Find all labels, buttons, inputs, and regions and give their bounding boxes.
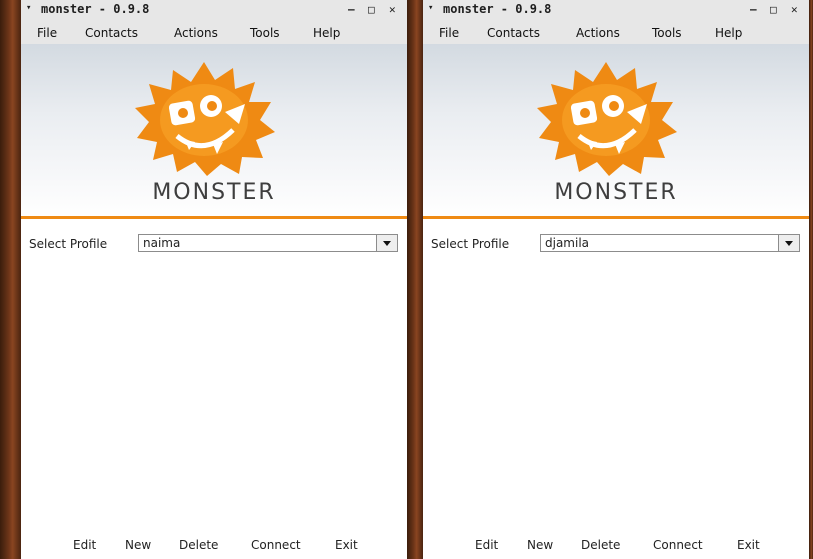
delete-button[interactable]: Delete [581, 538, 620, 552]
logo-wordmark: MONSTER [152, 180, 276, 205]
menu-bar: File Contacts Actions Tools Help [423, 22, 809, 44]
menu-tools[interactable]: Tools [652, 26, 682, 40]
profile-row: Select Profile djamila [423, 234, 809, 254]
window-title: monster - 0.9.8 [443, 2, 552, 16]
profile-select-value: djamila [545, 236, 590, 250]
menu-help[interactable]: Help [715, 26, 742, 40]
minimize-icon[interactable]: – [348, 3, 355, 16]
profile-select[interactable]: djamila [540, 234, 800, 252]
dropdown-arrow-icon [785, 241, 793, 246]
divider [21, 216, 407, 219]
dropdown-button[interactable] [376, 234, 398, 252]
delete-button[interactable]: Delete [179, 538, 218, 552]
menu-file[interactable]: File [439, 26, 459, 40]
menu-bar: File Contacts Actions Tools Help [21, 22, 407, 44]
menu-tools[interactable]: Tools [250, 26, 280, 40]
menu-actions[interactable]: Actions [174, 26, 218, 40]
title-bar: ▾ monster - 0.9.8 – □ ✕ [423, 0, 809, 22]
menu-help[interactable]: Help [313, 26, 340, 40]
dropdown-arrow-icon [383, 241, 391, 246]
window-menu-icon[interactable]: ▾ [26, 3, 31, 13]
title-bar: ▾ monster - 0.9.8 – □ ✕ [21, 0, 407, 22]
connect-button[interactable]: Connect [653, 538, 703, 552]
menu-file[interactable]: File [37, 26, 57, 40]
new-button[interactable]: New [527, 538, 553, 552]
profile-select-value: naima [143, 236, 181, 250]
select-profile-label: Select Profile [29, 237, 108, 251]
window-menu-icon[interactable]: ▾ [428, 3, 433, 13]
monster-window-2: ▾ monster - 0.9.8 – □ ✕ File Contacts Ac… [423, 0, 809, 559]
menu-contacts[interactable]: Contacts [85, 26, 138, 40]
menu-contacts[interactable]: Contacts [487, 26, 540, 40]
exit-button[interactable]: Exit [335, 538, 358, 552]
divider [423, 216, 809, 219]
logo-banner: MONSTER [423, 44, 809, 218]
monster-logo-icon [135, 62, 275, 176]
edit-button[interactable]: Edit [475, 538, 498, 552]
logo-wordmark: MONSTER [554, 180, 678, 205]
exit-button[interactable]: Exit [737, 538, 760, 552]
minimize-icon[interactable]: – [750, 3, 757, 16]
connect-button[interactable]: Connect [251, 538, 301, 552]
maximize-icon[interactable]: □ [368, 3, 375, 16]
close-icon[interactable]: ✕ [389, 3, 396, 16]
desktop-background-right [809, 0, 813, 559]
window-title: monster - 0.9.8 [41, 2, 150, 16]
new-button[interactable]: New [125, 538, 151, 552]
action-bar: Edit New Delete Connect Exit [21, 536, 407, 554]
action-bar: Edit New Delete Connect Exit [423, 536, 809, 554]
dropdown-button[interactable] [778, 234, 800, 252]
close-icon[interactable]: ✕ [791, 3, 798, 16]
profile-row: Select Profile naima [21, 234, 407, 254]
edit-button[interactable]: Edit [73, 538, 96, 552]
maximize-icon[interactable]: □ [770, 3, 777, 16]
select-profile-label: Select Profile [431, 237, 510, 251]
desktop-background-left [0, 0, 21, 559]
desktop-background-middle [407, 0, 423, 559]
profile-select[interactable]: naima [138, 234, 398, 252]
monster-logo-icon [537, 62, 677, 176]
menu-actions[interactable]: Actions [576, 26, 620, 40]
monster-window-1: ▾ monster - 0.9.8 – □ ✕ File Contacts Ac… [21, 0, 407, 559]
logo-banner: MONSTER [21, 44, 407, 218]
